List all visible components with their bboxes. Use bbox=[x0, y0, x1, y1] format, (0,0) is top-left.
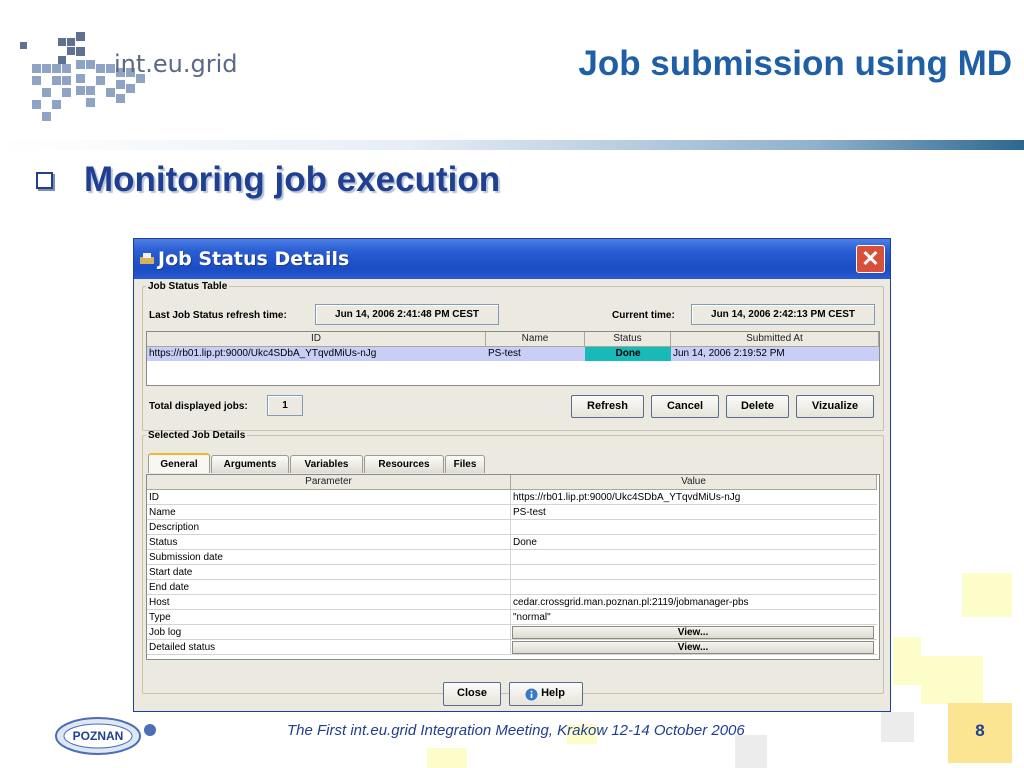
value-cell: "normal" bbox=[513, 612, 551, 623]
cell-id: https://rb01.lip.pt:9000/Ukc4SDbA_YTqvdM… bbox=[149, 348, 377, 359]
col-header-submitted[interactable]: Submitted At bbox=[671, 332, 879, 347]
group-legend: Selected Job Details bbox=[148, 430, 246, 441]
bullet-heading: Monitoring job execution bbox=[84, 160, 501, 199]
view-job-log-button[interactable]: View... bbox=[512, 626, 874, 639]
parameter-table[interactable]: Parameter Value ID https://rb01.lip.pt:90… bbox=[146, 474, 880, 660]
int-eu-grid-logo: int.eu.grid bbox=[18, 24, 248, 129]
table-row[interactable]: ID https://rb01.lip.pt:9000/Ukc4SDbA_YTqv… bbox=[147, 490, 877, 505]
poznan-logo: POZNAN bbox=[52, 712, 160, 760]
param-cell: ID bbox=[149, 492, 159, 503]
total-jobs-field: 1 bbox=[267, 395, 303, 416]
table-row[interactable]: Status Done bbox=[147, 535, 877, 550]
cell-status-badge: Done bbox=[585, 347, 671, 361]
page-number: 8 bbox=[975, 721, 985, 740]
decor-square bbox=[427, 748, 467, 768]
current-time-field: Jun 14, 2006 2:42:13 PM CEST bbox=[691, 304, 875, 325]
title-divider bbox=[0, 140, 1024, 150]
window-close-button[interactable]: ✕ bbox=[856, 245, 885, 273]
window-titlebar[interactable]: Job Status Details ✕ bbox=[134, 239, 890, 279]
help-button-label: Help bbox=[541, 687, 565, 699]
tab-resources[interactable]: Resources bbox=[364, 455, 444, 473]
footer-text: The First int.eu.grid Integration Meetin… bbox=[287, 722, 745, 739]
view-detailed-status-button[interactable]: View... bbox=[512, 641, 874, 654]
decor-square bbox=[881, 712, 914, 742]
value-cell: PS-test bbox=[513, 507, 546, 518]
param-cell: Job log bbox=[149, 627, 182, 638]
tab-variables[interactable]: Variables bbox=[290, 455, 363, 473]
cell-name: PS-test bbox=[488, 348, 521, 359]
tab-files[interactable]: Files bbox=[445, 455, 485, 473]
refresh-time-field: Jun 14, 2006 2:41:48 PM CEST bbox=[315, 304, 499, 325]
param-cell: Host bbox=[149, 597, 170, 608]
param-cell: Start date bbox=[149, 567, 193, 578]
total-jobs-label: Total displayed jobs: bbox=[149, 401, 248, 412]
cancel-button[interactable]: Cancel bbox=[651, 395, 719, 418]
table-row[interactable]: Submission date bbox=[147, 550, 877, 565]
table-row[interactable]: Host cedar.crossgrid.man.poznan.pl:2119/j… bbox=[147, 595, 877, 610]
table-row[interactable]: Name PS-test bbox=[147, 505, 877, 520]
param-cell: Name bbox=[149, 507, 176, 518]
param-cell: End date bbox=[149, 582, 190, 593]
page-number-box: 8 bbox=[948, 703, 1012, 763]
group-legend: Job Status Table bbox=[148, 281, 228, 292]
col-header-name[interactable]: Name bbox=[486, 332, 585, 347]
cell-submitted: Jun 14, 2006 2:19:52 PM bbox=[673, 348, 785, 359]
value-cell: Done bbox=[513, 537, 537, 548]
table-row[interactable]: Type "normal" bbox=[147, 610, 877, 625]
job-table[interactable]: ID Name Status Submitted At https://rb01… bbox=[146, 331, 880, 386]
help-button[interactable]: Help bbox=[509, 682, 583, 706]
table-row[interactable]: End date bbox=[147, 580, 877, 595]
value-cell: cedar.crossgrid.man.poznan.pl:2119/jobma… bbox=[513, 597, 749, 608]
info-icon bbox=[525, 688, 538, 701]
close-button[interactable]: Close bbox=[443, 682, 501, 706]
param-cell: Status bbox=[149, 537, 178, 548]
decor-square bbox=[893, 637, 921, 685]
table-row[interactable]: Description bbox=[147, 520, 877, 535]
window-title: Job Status Details bbox=[158, 248, 350, 270]
decor-square bbox=[962, 573, 1012, 617]
param-cell: Submission date bbox=[149, 552, 223, 563]
delete-button[interactable]: Delete bbox=[726, 395, 789, 418]
table-row[interactable]: Job log View... bbox=[147, 625, 877, 640]
param-cell: Type bbox=[149, 612, 171, 623]
refresh-time-label: Last Job Status refresh time: bbox=[149, 310, 287, 321]
tab-general[interactable]: General bbox=[148, 453, 210, 473]
table-row[interactable]: Detailed status View... bbox=[147, 640, 877, 655]
col-header-id[interactable]: ID bbox=[147, 332, 486, 347]
decor-square bbox=[921, 656, 983, 704]
bullet-square-icon bbox=[36, 172, 53, 189]
decor-square bbox=[735, 735, 767, 768]
param-cell: Detailed status bbox=[149, 642, 216, 653]
current-time-label: Current time: bbox=[612, 310, 675, 321]
col-header-value[interactable]: Value bbox=[511, 475, 877, 490]
job-status-details-window: Job Status Details ✕ Job Status Table La… bbox=[133, 238, 891, 712]
value-cell: https://rb01.lip.pt:9000/Ukc4SDbA_YTqvdM… bbox=[513, 492, 741, 503]
slide-title: Job submission using MD bbox=[578, 44, 1012, 83]
app-icon bbox=[140, 253, 154, 264]
table-row[interactable]: Start date bbox=[147, 565, 877, 580]
logo-text: int.eu.grid bbox=[114, 50, 238, 78]
col-header-status[interactable]: Status bbox=[585, 332, 671, 347]
poznan-logo-text: POZNAN bbox=[73, 729, 124, 743]
vizualize-button[interactable]: Vizualize bbox=[796, 395, 874, 418]
poznan-logo-icon: POZNAN bbox=[55, 717, 156, 755]
col-header-parameter[interactable]: Parameter bbox=[147, 475, 511, 490]
param-cell: Description bbox=[149, 522, 200, 533]
tab-arguments[interactable]: Arguments bbox=[211, 455, 289, 473]
refresh-button[interactable]: Refresh bbox=[571, 395, 644, 418]
window-content: Job Status Table Last Job Status refresh… bbox=[139, 279, 885, 707]
